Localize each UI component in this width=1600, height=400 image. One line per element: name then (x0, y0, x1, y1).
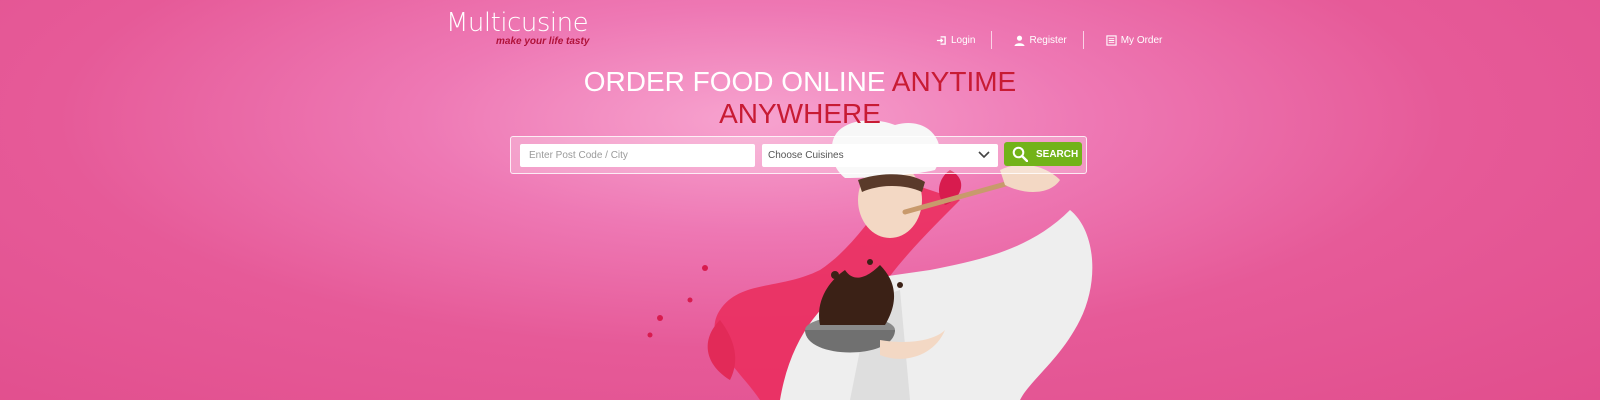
hero-title-accent-anytime: ANYTIME (891, 66, 1017, 97)
nav-my-order-label: My Order (1120, 34, 1163, 46)
chevron-down-icon (978, 151, 990, 159)
paint-splash (647, 170, 962, 400)
search-button[interactable]: SEARCH (1004, 142, 1082, 166)
search-icon (1012, 146, 1028, 162)
nav-login-label: Login (951, 34, 976, 46)
nav-divider (1082, 31, 1084, 49)
chef-illustration (647, 120, 1093, 400)
cuisine-select[interactable]: Choose Cuisines (762, 144, 998, 167)
nav-register-label: Register (1029, 34, 1067, 46)
site-logo[interactable]: Multicusine make your life tasty (446, 8, 589, 47)
login-icon (936, 35, 946, 45)
top-nav: Login Register My Order (930, 30, 1162, 50)
hero-title-main: ORDER FOOD ONLINE (583, 66, 886, 97)
nav-my-order-link[interactable]: My Order (1100, 30, 1163, 50)
user-icon (1014, 35, 1026, 46)
hero-title-accent-anywhere: ANYWHERE (719, 98, 881, 129)
nav-register-link[interactable]: Register (1008, 30, 1067, 50)
search-button-label: SEARCH (1036, 148, 1079, 160)
nav-divider (991, 31, 993, 49)
postcode-input[interactable] (520, 144, 755, 167)
hero-title: ORDER FOOD ONLINE ANYTIME ANYWHERE (0, 66, 1600, 130)
search-panel: Choose Cuisines SEARCH (510, 136, 1087, 174)
nav-login-link[interactable]: Login (930, 30, 975, 50)
order-list-icon (1106, 34, 1117, 46)
cuisine-selected-value: Choose Cuisines (768, 150, 844, 161)
logo-tagline: make your life tasty (496, 36, 590, 47)
logo-title: Multicusine (446, 8, 589, 38)
chocolate-pot (805, 259, 945, 359)
